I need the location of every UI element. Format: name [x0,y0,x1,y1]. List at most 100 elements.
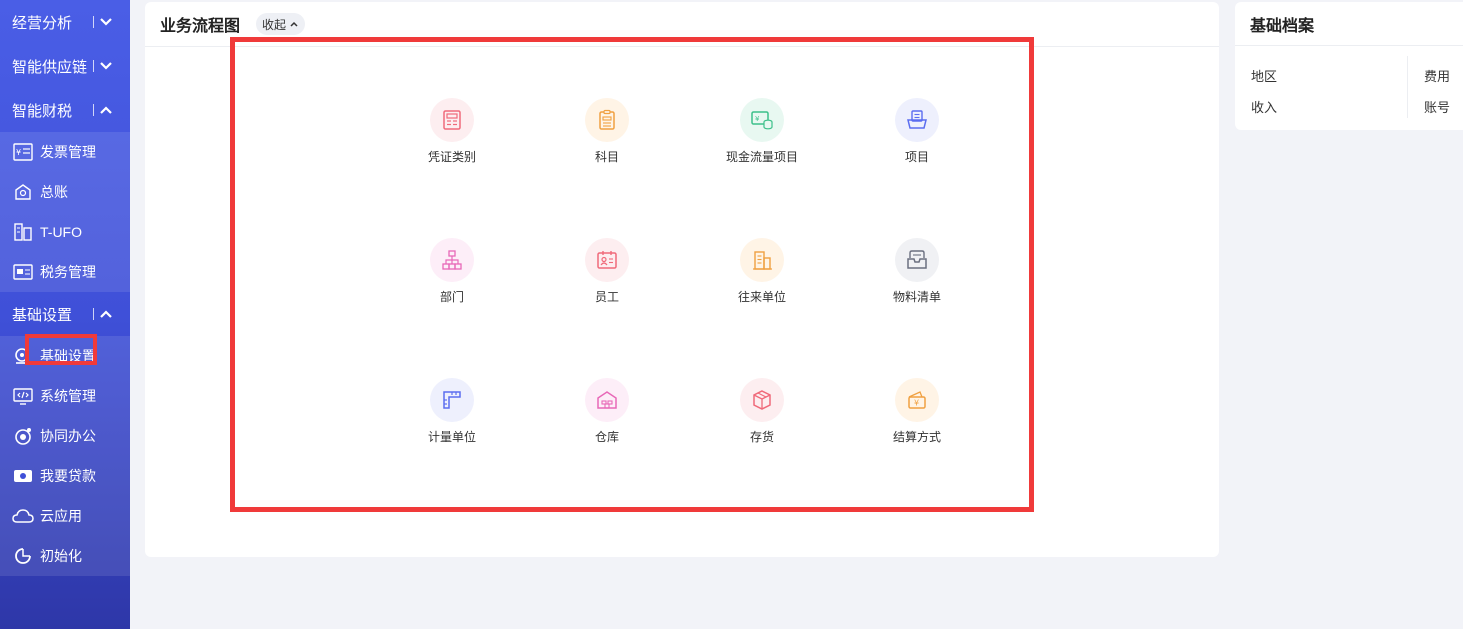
partner-icon [740,238,784,282]
sidebar-item-label: T-UFO [40,224,82,240]
subject-icon [585,98,629,142]
divider [93,16,94,28]
chevron-down-icon[interactable] [98,14,114,30]
settings-icon [12,345,34,367]
tile-label: 仓库 [594,430,619,444]
tile-voucher-type[interactable]: 凭证类别 [392,98,512,168]
tile-label: 凭证类别 [427,150,476,164]
tile-label: 项目 [904,150,929,164]
svg-text:¥: ¥ [755,115,760,123]
sidebar-item-label: 协同办公 [40,428,96,444]
sidebar-group-label: 智能财税 [12,102,73,120]
init-icon [12,545,34,567]
tile-settlement[interactable]: ¥ 结算方式 [857,378,977,448]
business-flow-card: 业务流程图 收起 凭证类别 科目 ¥ 现金流量项目 项目 部门 员工 往来单位 … [145,2,1219,557]
sidebar-group-analysis[interactable]: 经营分析 [0,0,130,44]
sidebar-item-invoice[interactable]: ¥ 发票管理 [0,132,130,172]
tile-partner[interactable]: 往来单位 [702,238,822,308]
divider [93,60,94,72]
tile-inventory[interactable]: 存货 [702,378,822,448]
sidebar-group-settings[interactable]: 基础设置 [0,292,130,336]
warehouse-icon [585,378,629,422]
ledger-icon [12,181,34,203]
settlement-icon: ¥ [895,378,939,422]
voucher-icon [430,98,474,142]
sidebar-item-label: 系统管理 [40,388,96,404]
collapse-label: 收起 [262,17,287,32]
report-icon [12,221,34,243]
svg-text:¥: ¥ [16,148,21,157]
loan-icon [12,465,34,487]
sidebar-item-ledger[interactable]: 总账 [0,172,130,212]
sidebar-item-cloud[interactable]: 云应用 [0,496,130,536]
tile-label: 结算方式 [892,430,941,444]
tile-warehouse[interactable]: 仓库 [547,378,667,448]
divider [93,308,94,320]
tile-bom[interactable]: 物料清单 [857,238,977,308]
tile-label: 现金流量项目 [725,150,798,164]
sidebar-group-label: 智能供应链 [12,58,88,76]
archive-link-income[interactable]: 收入 [1251,97,1277,116]
tile-department[interactable]: 部门 [392,238,512,308]
tile-label: 员工 [594,290,619,304]
tile-label: 计量单位 [427,430,476,444]
project-icon [895,98,939,142]
sidebar-item-label: 我要贷款 [40,468,96,484]
sidebar-item-system[interactable]: 系统管理 [0,376,130,416]
tile-employee[interactable]: 员工 [547,238,667,308]
archive-link-account[interactable]: 账号 [1424,97,1450,116]
tile-label: 物料清单 [892,290,941,304]
sidebar: 经营分析 智能供应链 智能财税 ¥ 发票管理 总账 T-UFO 税务管理 基础设… [0,0,130,629]
tile-label: 科目 [594,150,619,164]
tile-label: 往来单位 [737,290,786,304]
department-icon [430,238,474,282]
system-icon [12,385,34,407]
card-header: 业务流程图 收起 [145,2,1219,47]
sidebar-group-label: 基础设置 [12,306,73,324]
tile-label: 部门 [439,290,464,304]
tile-cashflow-item[interactable]: ¥ 现金流量项目 [702,98,822,168]
sidebar-submenu-finance: ¥ 发票管理 总账 T-UFO 税务管理 [0,132,130,292]
tile-subject[interactable]: 科目 [547,98,667,168]
sidebar-item-label: 总账 [40,184,68,200]
bom-icon [895,238,939,282]
chevron-up-icon[interactable] [98,102,114,118]
tile-label: 存货 [749,430,774,444]
sidebar-item-loan[interactable]: 我要贷款 [0,456,130,496]
panel-title: 基础档案 [1235,2,1463,46]
divider [1407,56,1408,118]
sidebar-item-init[interactable]: 初始化 [0,536,130,576]
page-title: 业务流程图 [160,18,241,35]
sidebar-item-label: 税务管理 [40,264,96,280]
tile-project[interactable]: 项目 [857,98,977,168]
cloud-icon [12,505,34,527]
cashflow-icon: ¥ [740,98,784,142]
sidebar-group-finance-tax[interactable]: 智能财税 [0,88,130,132]
chevron-up-icon [290,21,298,27]
collapse-button[interactable]: 收起 [256,13,306,35]
sidebar-group-label: 经营分析 [12,14,73,32]
sidebar-group-supply-chain[interactable]: 智能供应链 [0,44,130,88]
chevron-down-icon[interactable] [98,58,114,74]
tax-icon [12,261,34,283]
sidebar-item-tufo[interactable]: T-UFO [0,212,130,252]
employee-icon [585,238,629,282]
sidebar-item-label: 初始化 [40,548,82,564]
sidebar-item-label: 发票管理 [40,144,96,160]
sidebar-item-tax[interactable]: 税务管理 [0,252,130,292]
archive-link-expense[interactable]: 费用 [1424,66,1450,85]
unit-icon [430,378,474,422]
chevron-up-icon[interactable] [98,306,114,322]
svg-text:¥: ¥ [914,399,919,408]
archive-link-region[interactable]: 地区 [1251,66,1277,85]
sidebar-item-basic-settings[interactable]: 基础设置 [0,336,130,376]
sidebar-submenu-settings: 基础设置 系统管理 协同办公 我要贷款 云应用 初始化 [0,336,130,576]
invoice-icon: ¥ [12,141,34,163]
basic-archive-panel: 基础档案 地区 费用 收入 账号 [1235,2,1463,130]
collab-icon [12,425,34,447]
sidebar-item-collab[interactable]: 协同办公 [0,416,130,456]
tile-unit[interactable]: 计量单位 [392,378,512,448]
sidebar-item-label: 基础设置 [40,348,96,364]
sidebar-item-label: 云应用 [40,508,82,524]
archive-links: 地区 费用 收入 账号 [1235,46,1463,130]
